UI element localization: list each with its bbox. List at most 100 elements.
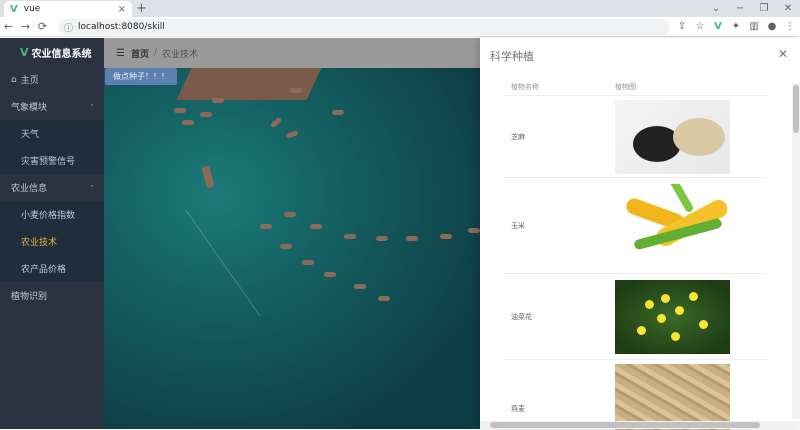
plant-name: 芝麻: [511, 132, 525, 141]
close-icon[interactable]: ✕: [778, 47, 788, 61]
profile-icon[interactable]: ●: [766, 19, 778, 35]
boat: [284, 212, 296, 217]
plant-name: 玉米: [511, 221, 525, 230]
sidebar-item-wheat-price-index[interactable]: 小麦价格指数: [0, 201, 104, 228]
boat: [440, 234, 452, 239]
new-tab-icon[interactable]: +: [136, 1, 147, 16]
sidebar-item-label: 气象模块: [11, 103, 48, 113]
boat: [332, 110, 344, 115]
boat: [285, 130, 299, 139]
boat: [182, 120, 194, 125]
boat: [201, 165, 215, 189]
extensions-icon[interactable]: ✦: [730, 19, 742, 35]
close-window-icon[interactable]: ✕: [776, 0, 800, 17]
boat: [280, 244, 292, 249]
menu-icon[interactable]: ⋮: [784, 19, 796, 35]
table-row: 芝麻: [503, 96, 767, 178]
sidebar-item-agri-info[interactable]: 农业信息 ⌃: [0, 174, 104, 201]
plant-table: 植物名称 植物图 芝麻 玉米 油菜花 燕麦: [503, 78, 767, 430]
table-row: 油菜花: [503, 274, 767, 360]
table-row: 燕麦: [503, 360, 767, 430]
sidebar-item-product-price[interactable]: 农产品价格: [0, 255, 104, 282]
boat: [468, 228, 480, 233]
table-row: 玉米: [503, 178, 767, 274]
boat: [324, 272, 336, 277]
sidebar-item-label: 农业信息: [11, 184, 48, 194]
sidebar-item-label: 植物识别: [11, 292, 48, 302]
reload-icon[interactable]: ⟳: [34, 20, 51, 33]
sidebar-item-label: 灾害预警信号: [21, 157, 76, 167]
app-logo[interactable]: V 农业信息系统: [0, 38, 104, 66]
forward-icon[interactable]: →: [17, 20, 34, 33]
boat: [290, 88, 302, 93]
sesame-image: [615, 99, 730, 174]
sidebar-item-weather[interactable]: 天气: [0, 120, 104, 147]
boat: [378, 296, 390, 301]
column-header-plant-name: 植物名称: [511, 82, 539, 91]
scrollbar-thumb[interactable]: [490, 422, 760, 428]
vue-favicon-icon: V: [10, 3, 18, 15]
sidebar-item-label: 农产品价格: [21, 265, 67, 275]
url-input[interactable]: ⓘ localhost:8080/skill: [58, 19, 670, 35]
boat: [200, 112, 212, 117]
share-icon[interactable]: ⇪: [676, 19, 688, 35]
breadcrumb-current: 农业技术: [162, 49, 199, 60]
top-navbar: ☰ 首页 / 农业技术: [104, 38, 480, 68]
boat: [302, 260, 314, 265]
boat: [260, 224, 272, 229]
back-icon[interactable]: ←: [0, 20, 17, 33]
corn-image: [615, 183, 730, 268]
boat: [174, 108, 186, 113]
browser-tab[interactable]: V vue ×: [4, 1, 132, 17]
bookmark-star-icon[interactable]: ☆: [694, 19, 706, 35]
side-panel-icon[interactable]: ▥: [748, 19, 760, 35]
sidebar: V 农业信息系统 ⌂ 主页 气象模块 ⌃ 天气 灾害预警信号 农业信息 ⌃ 小麦…: [0, 38, 104, 429]
tab-title: vue: [23, 4, 41, 14]
app-title: 农业信息系统: [31, 48, 92, 60]
horizontal-scrollbar[interactable]: [480, 421, 800, 429]
boat: [310, 224, 322, 229]
drawer-title: 科学种植: [490, 50, 534, 63]
plant-name: 燕麦: [511, 405, 525, 413]
column-header-plant-image: 植物图: [615, 82, 636, 91]
main-content: 做点种子！！！: [104, 68, 480, 429]
tab-search-icon[interactable]: ⌄: [704, 0, 728, 17]
window-controls: ⌄ − ❐ ✕: [704, 0, 800, 17]
sidebar-item-plant-recognition[interactable]: 植物识别: [0, 282, 104, 309]
breadcrumb-separator: /: [153, 48, 158, 58]
toolbar-icons: ⇪ ☆ V ✦ ▥ ● ⋮: [676, 19, 796, 35]
restore-icon[interactable]: ❐: [752, 0, 776, 17]
chevron-up-icon: ⌃: [89, 183, 95, 192]
sidebar-item-label: 小麦价格指数: [21, 211, 76, 221]
vertical-scrollbar[interactable]: [792, 83, 800, 419]
address-bar: ← → ⟳ ⓘ localhost:8080/skill ⇪ ☆ V ✦ ▥ ●…: [0, 17, 800, 37]
pier-shape: [176, 68, 322, 100]
sidebar-item-label: 主页: [20, 76, 39, 86]
boat: [354, 284, 366, 289]
plant-name: 油菜花: [511, 312, 532, 321]
boat: [212, 98, 224, 103]
sidebar-item-label: 农业技术: [21, 238, 58, 248]
tab-close-icon[interactable]: ×: [118, 4, 126, 15]
grow-seeds-button[interactable]: 做点种子！！！: [105, 68, 177, 85]
sidebar-item-home[interactable]: ⌂ 主页: [0, 66, 104, 93]
vue-devtools-icon[interactable]: V: [712, 19, 724, 35]
scrollbar-thumb[interactable]: [793, 85, 799, 133]
breadcrumb-home[interactable]: 首页: [131, 47, 149, 60]
background-photo: [104, 68, 480, 429]
vue-logo-icon: V: [20, 45, 29, 59]
boat: [344, 234, 356, 239]
sidebar-item-agri-tech[interactable]: 农业技术: [0, 228, 104, 255]
hamburger-icon[interactable]: ☰: [116, 48, 125, 59]
boat: [406, 236, 418, 241]
sidebar-item-label: 天气: [21, 130, 40, 140]
chevron-up-icon: ⌃: [89, 102, 95, 111]
sidebar-item-weather-module[interactable]: 气象模块 ⌃: [0, 93, 104, 120]
minimize-icon[interactable]: −: [728, 0, 752, 17]
site-info-icon[interactable]: ⓘ: [64, 21, 73, 34]
url-text: localhost:8080/skill: [78, 22, 165, 32]
sidebar-item-disaster-warning[interactable]: 灾害预警信号: [0, 147, 104, 174]
rapeseed-flower-image: [615, 279, 730, 354]
home-icon: ⌂: [11, 74, 17, 85]
boat-wake: [185, 169, 317, 317]
